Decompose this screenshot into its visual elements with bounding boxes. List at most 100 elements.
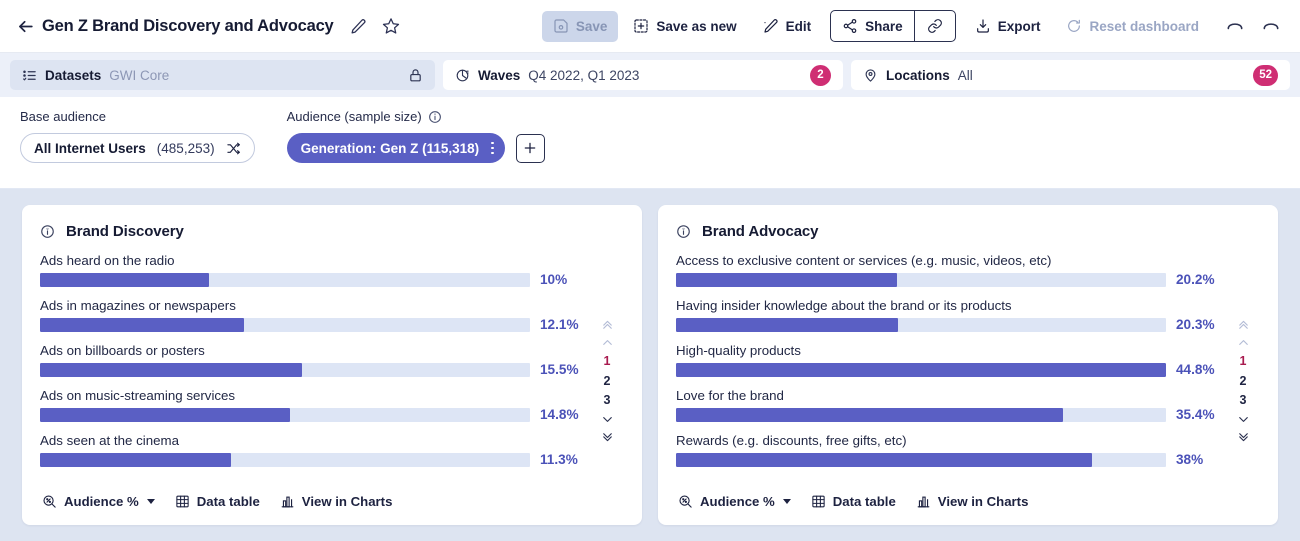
bar-track	[40, 407, 530, 422]
arrow-left-icon[interactable]	[14, 15, 36, 37]
bar-label: Ads in magazines or newspapers	[40, 298, 236, 313]
share-button[interactable]: Share	[831, 11, 914, 41]
add-audience-button[interactable]	[515, 133, 545, 163]
title-icon-group	[346, 13, 404, 39]
bar-track	[676, 317, 1166, 332]
page-number-3[interactable]: 3	[1240, 392, 1247, 409]
bar-value: 12.1%	[540, 317, 579, 332]
reset-circle-icon	[1066, 18, 1082, 34]
star-icon[interactable]	[378, 13, 404, 39]
chevron-down-icon[interactable]	[1236, 412, 1251, 427]
page-number-3[interactable]: 3	[604, 392, 611, 409]
base-audience-name: All Internet Users	[34, 140, 146, 156]
datasets-filter[interactable]: Datasets GWI Core	[10, 60, 435, 90]
location-pin-icon	[863, 68, 878, 83]
reset-dashboard-button[interactable]: Reset dashboard	[1055, 11, 1210, 42]
bar-value: 20.2%	[1176, 272, 1215, 287]
base-audience-label: Base audience	[20, 109, 107, 124]
bar-value: 15.5%	[540, 362, 579, 377]
metric-label: Audience %	[64, 494, 139, 509]
bar-item: High-quality products 44.8%	[676, 343, 1226, 377]
bar-item: Ads in magazines or newspapers 12.1%	[40, 298, 590, 332]
chevrons-down-icon[interactable]	[1236, 430, 1251, 445]
table-grid-icon	[175, 494, 190, 509]
redo-arrow-icon[interactable]	[1258, 13, 1284, 39]
share-button-group: Share	[830, 10, 956, 42]
chart-card-brand-discovery: Brand Discovery Ads heard on the radio 1…	[22, 205, 642, 525]
bar-track	[676, 362, 1166, 377]
metric-label: Audience %	[700, 494, 775, 509]
kebab-menu-icon[interactable]	[487, 141, 498, 155]
undo-arrow-icon[interactable]	[1222, 13, 1248, 39]
metric-selector[interactable]: Audience %	[678, 494, 791, 509]
waves-filter[interactable]: Waves Q4 2022, Q1 2023 2	[443, 60, 843, 90]
chevrons-up-icon[interactable]	[1236, 317, 1251, 332]
card-header: Brand Advocacy	[676, 223, 1260, 240]
table-grid-icon	[811, 494, 826, 509]
export-button[interactable]: Export	[964, 11, 1052, 42]
edit-button[interactable]: Edit	[752, 11, 823, 42]
locations-label: Locations	[886, 67, 950, 83]
info-icon[interactable]	[428, 110, 442, 124]
save-button-label: Save	[575, 18, 608, 34]
chevron-up-icon[interactable]	[1236, 335, 1251, 350]
view-in-charts-label: View in Charts	[937, 494, 1029, 509]
link-chain-icon[interactable]	[915, 11, 955, 41]
bar-fill	[676, 317, 899, 332]
page-number-2[interactable]: 2	[604, 373, 611, 390]
chevrons-up-icon[interactable]	[600, 317, 615, 332]
chevron-up-icon[interactable]	[600, 335, 615, 350]
view-in-charts-button[interactable]: View in Charts	[280, 494, 392, 509]
bar-chart-icon	[280, 494, 295, 509]
metric-selector[interactable]: Audience %	[42, 494, 155, 509]
export-download-icon	[975, 18, 991, 34]
save-as-new-button[interactable]: Save as new	[622, 11, 747, 42]
page-number-1[interactable]: 1	[604, 353, 611, 370]
chevron-down-icon	[782, 499, 791, 504]
data-table-button[interactable]: Data table	[811, 494, 896, 509]
audience-pill[interactable]: Generation: Gen Z (115,318)	[286, 133, 505, 163]
chevrons-down-icon[interactable]	[600, 430, 615, 445]
data-table-label: Data table	[832, 494, 896, 509]
info-icon[interactable]	[676, 224, 691, 239]
bar-value: 11.3%	[540, 452, 578, 467]
pencil-icon[interactable]	[346, 13, 372, 39]
share-nodes-icon	[842, 18, 858, 34]
bar-fill	[40, 317, 245, 332]
base-audience-pill[interactable]: All Internet Users (485,253)	[20, 133, 255, 163]
bar-value: 38%	[1176, 452, 1204, 467]
card-footer: Audience % Data table View in Charts	[40, 485, 624, 525]
bar-track	[40, 317, 530, 332]
page-number-2[interactable]: 2	[1240, 373, 1247, 390]
data-table-label: Data table	[196, 494, 260, 509]
page-number-1[interactable]: 1	[1240, 353, 1247, 370]
chevron-down-icon[interactable]	[600, 412, 615, 427]
bar-track	[40, 362, 530, 377]
bar-chart-brand-advocacy: Access to exclusive content or services …	[676, 253, 1226, 485]
dashboard-app: Gen Z Brand Discovery and Advocacy Save	[0, 0, 1300, 541]
card-title: Brand Advocacy	[702, 223, 819, 240]
bar-item: Love for the brand 35.4%	[676, 388, 1226, 422]
export-button-label: Export	[997, 18, 1041, 34]
data-table-button[interactable]: Data table	[175, 494, 260, 509]
card-body: Ads heard on the radio 10% Ads in magazi…	[40, 253, 624, 485]
save-button[interactable]: Save	[541, 10, 619, 42]
save-disk-icon	[553, 18, 569, 34]
bar-label: Rewards (e.g. discounts, free gifts, etc…	[676, 433, 907, 448]
view-in-charts-button[interactable]: View in Charts	[916, 494, 1029, 509]
audience-heading: Audience (sample size)	[287, 109, 545, 124]
edit-button-label: Edit	[785, 18, 812, 34]
bar-label: Access to exclusive content or services …	[676, 253, 1052, 268]
chart-pagination: 1 2 3	[1226, 253, 1260, 485]
locations-filter[interactable]: Locations All 52	[851, 60, 1290, 90]
shuffle-icon[interactable]	[226, 141, 241, 156]
bar-item: Access to exclusive content or services …	[676, 253, 1226, 287]
waves-label: Waves	[478, 67, 521, 83]
card-body: Access to exclusive content or services …	[676, 253, 1260, 485]
bar-chart-brand-discovery: Ads heard on the radio 10% Ads in magazi…	[40, 253, 590, 485]
audience-bar: Base audience All Internet Users (485,25…	[0, 97, 1300, 189]
bar-fill	[40, 452, 231, 467]
bar-track	[676, 407, 1166, 422]
info-icon[interactable]	[40, 224, 55, 239]
bar-item: Rewards (e.g. discounts, free gifts, etc…	[676, 433, 1226, 467]
